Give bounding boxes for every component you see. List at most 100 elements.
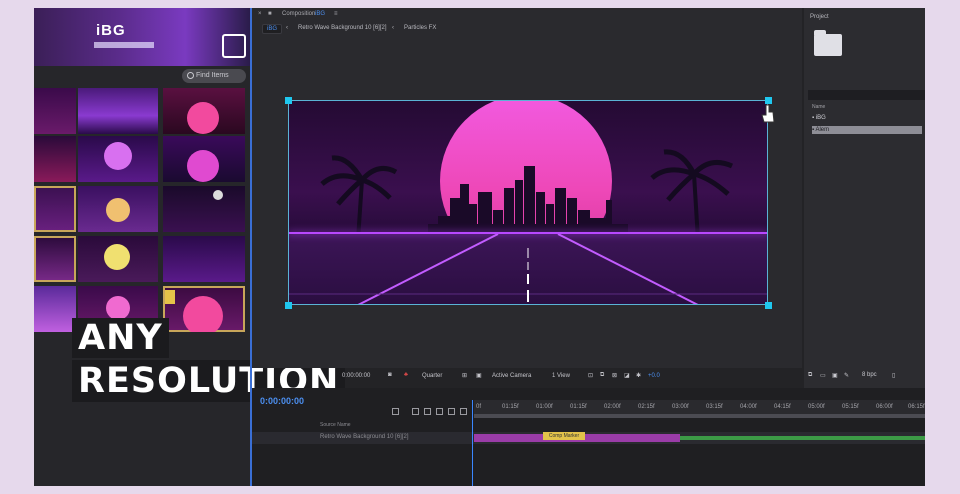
- tab-separator-icon: ‹: [286, 25, 288, 31]
- folder-icon: [814, 30, 842, 56]
- project-item-label: iBG: [815, 115, 826, 121]
- thumbnail-15[interactable]: [163, 286, 245, 332]
- thumbnail-11[interactable]: [78, 236, 158, 282]
- ruler-tick: 02:15f: [638, 404, 655, 410]
- transform-handle-top-left[interactable]: [285, 97, 292, 104]
- transform-handle-top-right[interactable]: [765, 97, 772, 104]
- timeline-current-time[interactable]: 0:00:00:00: [260, 396, 304, 406]
- project-item-label: Alem: [815, 127, 830, 133]
- camera-select[interactable]: Active Camera: [492, 373, 531, 379]
- composition-header: × ■ Composition iBG ≡: [252, 8, 802, 20]
- exposure-value[interactable]: +0.0: [648, 373, 660, 379]
- thumbnail-8[interactable]: [78, 186, 158, 232]
- project-footer: ⧉ ▭ ▣ ✎ 8 bpc ▯: [804, 370, 925, 382]
- thumbnail-sun: [183, 296, 223, 332]
- time-ruler[interactable]: 0f 01:15f 01:00f 01:15f 02:00f 02:15f 03…: [474, 400, 925, 414]
- app-window: iBG Find Items ANY RESOLUTION × ■ Compos…: [34, 8, 925, 486]
- pack-icon[interactable]: [222, 34, 246, 58]
- thumbnail-5[interactable]: [78, 136, 158, 182]
- thumbnail-3[interactable]: [163, 88, 245, 134]
- project-column-name[interactable]: Name: [812, 104, 825, 110]
- composition-name: iBG: [315, 11, 326, 17]
- show-icon[interactable]: ⊠: [612, 372, 617, 379]
- tab-particles-fx[interactable]: Particles FX: [404, 25, 436, 31]
- resolution-select[interactable]: Quarter: [422, 373, 442, 379]
- ruler-tick: 06:15f: [908, 404, 925, 410]
- new-folder-icon[interactable]: ▭: [820, 372, 826, 379]
- thumbnail-6[interactable]: [163, 136, 245, 182]
- ruler-tick: 06:00f: [876, 404, 893, 410]
- favorite-bookmark-icon[interactable]: [165, 290, 175, 304]
- composition-marker[interactable]: Comp Marker: [543, 432, 585, 440]
- work-area-bar[interactable]: [474, 414, 925, 418]
- library-banner: iBG: [34, 8, 250, 66]
- layer-bounding-box[interactable]: [288, 100, 768, 305]
- draft-icon[interactable]: [424, 408, 431, 415]
- library-search-placeholder: Find Items: [196, 72, 229, 79]
- graph-editor-icon[interactable]: [448, 408, 455, 415]
- thumbnail-2[interactable]: [78, 88, 158, 134]
- lock-icon[interactable]: ■: [268, 8, 272, 20]
- camera-icon[interactable]: ◙: [388, 372, 392, 378]
- search-icon[interactable]: [392, 408, 399, 415]
- thumbnail-12[interactable]: [163, 236, 245, 282]
- hand-cursor-icon: [761, 104, 775, 123]
- overlay-line-1: ANY: [72, 318, 169, 358]
- comp-time[interactable]: 0:00:00:00: [342, 373, 370, 379]
- grid-icon[interactable]: ⊞: [462, 372, 467, 379]
- ruler-tick: 05:15f: [842, 404, 859, 410]
- transform-handle-bottom-left[interactable]: [285, 302, 292, 309]
- thumbnail-10[interactable]: [34, 236, 76, 282]
- views-select[interactable]: 1 View: [552, 373, 570, 379]
- color-icon[interactable]: ♣: [404, 372, 408, 378]
- trash-icon[interactable]: ▯: [892, 372, 895, 379]
- interpret-icon[interactable]: ⧉: [808, 372, 812, 379]
- tab-retro-wave[interactable]: Retro Wave Background 10 [6][2]: [298, 25, 387, 31]
- adjust-icon[interactable]: ✎: [844, 372, 849, 379]
- motion-blur-icon[interactable]: [436, 408, 443, 415]
- thumbnail-sun: [106, 198, 130, 222]
- thumbnail-7[interactable]: [34, 186, 76, 232]
- frame-blend-icon[interactable]: [460, 408, 467, 415]
- layer-name[interactable]: Retro Wave Background 10 [6][2]: [320, 434, 409, 440]
- settings-icon[interactable]: ✱: [636, 372, 641, 379]
- library-search-input[interactable]: Find Items: [182, 69, 246, 83]
- project-item-ibg[interactable]: ▪ iBG: [812, 114, 922, 122]
- snapshot-icon[interactable]: ⧉: [600, 372, 604, 379]
- timeline-panel: 0:00:00:00 0f 01:15f 01:00f 01:15f 02:00…: [252, 388, 925, 486]
- solo-icon[interactable]: [412, 408, 419, 415]
- ruler-tick: 0f: [476, 404, 482, 410]
- tab-ibg[interactable]: iBG: [262, 24, 283, 34]
- ruler-tick: 01:15f: [570, 404, 587, 410]
- layer-column-header[interactable]: Source Name: [320, 422, 351, 428]
- thumbnail-4[interactable]: [34, 136, 76, 182]
- thumbnail-9[interactable]: [163, 186, 245, 232]
- new-comp-icon[interactable]: ▣: [832, 372, 838, 379]
- bpc-label[interactable]: 8 bpc: [862, 372, 877, 378]
- menu-icon[interactable]: ≡: [334, 8, 338, 20]
- ruler-tick: 04:15f: [774, 404, 791, 410]
- thumbnail-sun: [106, 296, 130, 320]
- search-icon: [187, 72, 194, 79]
- project-item-alem[interactable]: ▪ Alem: [812, 126, 922, 134]
- thumbnail-sun: [104, 142, 132, 170]
- transform-handle-bottom-right[interactable]: [765, 302, 772, 309]
- thumbnail-sun: [187, 102, 219, 134]
- thumbnail-sun: [187, 150, 219, 182]
- banner-logo: iBG: [96, 22, 126, 39]
- timeline-layer-row[interactable]: Retro Wave Background 10 [6][2] Comp Mar…: [252, 432, 925, 444]
- toggle-icon[interactable]: ⊡: [588, 372, 593, 379]
- close-icon[interactable]: ×: [258, 8, 262, 20]
- ruler-tick: 03:00f: [672, 404, 689, 410]
- project-search-input[interactable]: [808, 90, 925, 100]
- region-icon[interactable]: ▣: [476, 372, 482, 379]
- thumbnail-13[interactable]: [34, 286, 76, 332]
- layer-secondary-bar[interactable]: [680, 436, 925, 440]
- ruler-tick: 01:00f: [536, 404, 553, 410]
- banner-subtitle-bar: [94, 42, 154, 48]
- composition-panel: × ■ Composition iBG ≡ iBG ‹ Retro Wave B…: [252, 8, 802, 368]
- library-panel: iBG Find Items: [34, 8, 250, 486]
- thumbnail-1[interactable]: [34, 88, 76, 134]
- channel-icon[interactable]: ◪: [624, 372, 630, 379]
- current-time-indicator[interactable]: [472, 400, 473, 486]
